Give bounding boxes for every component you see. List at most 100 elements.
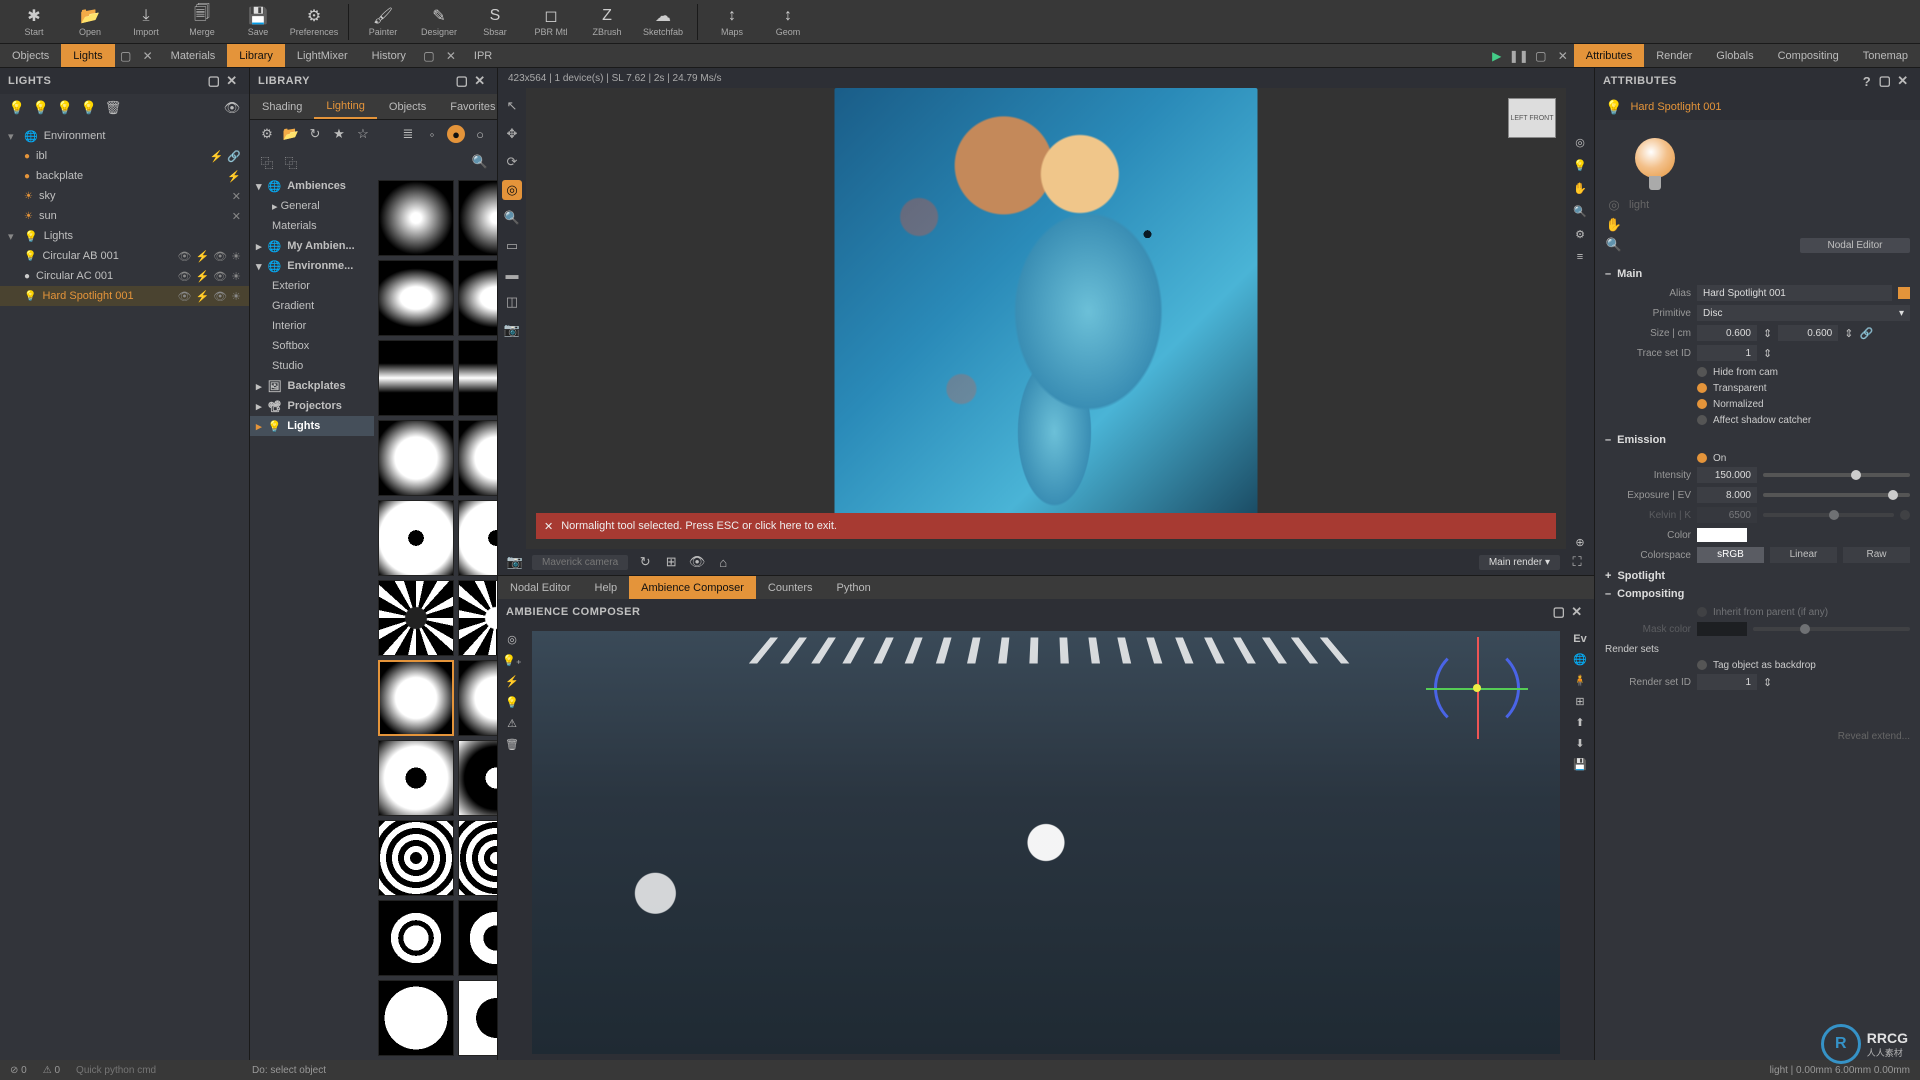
python-cmd-input[interactable] (76, 1065, 236, 1076)
normalized-checkbox[interactable] (1697, 399, 1707, 409)
thumb-item[interactable] (378, 420, 454, 496)
save-icon[interactable]: 💾 (1573, 758, 1587, 771)
thumb-item[interactable] (458, 420, 497, 496)
vis-icon[interactable]: 👁 (177, 290, 191, 303)
refresh-icon[interactable]: ↻ (306, 125, 324, 143)
target-icon[interactable]: ◎ (1575, 136, 1585, 149)
thumb-item[interactable] (378, 180, 454, 256)
popout-icon[interactable]: ▢ (205, 72, 223, 90)
bolt-icon[interactable]: ⚡ (227, 170, 241, 183)
target-icon[interactable]: ◎ (507, 633, 517, 646)
region-icon[interactable]: ▭ (502, 236, 522, 256)
link-icon[interactable]: 🔗 (1859, 327, 1873, 340)
toolbar-import[interactable]: ⤓Import (120, 2, 172, 42)
traceset-input[interactable]: 1 (1697, 345, 1757, 361)
toolbar-merge[interactable]: 🗐Merge (176, 2, 228, 42)
toolbar-start[interactable]: ✱Start (8, 2, 60, 42)
color-chip[interactable] (1898, 287, 1910, 299)
toolbar-save[interactable]: 💾Save (232, 2, 284, 42)
hide-from-cam-checkbox[interactable] (1697, 367, 1707, 377)
tab-counters[interactable]: Counters (756, 576, 825, 599)
subtab-shading[interactable]: Shading (250, 94, 314, 119)
env-ibl[interactable]: ●ibl⚡🔗 (0, 146, 249, 166)
toolbar-open[interactable]: 📂Open (64, 2, 116, 42)
transform-gizmo[interactable] (1434, 645, 1520, 731)
lib-backplates[interactable]: ▸🖼Backplates (250, 376, 374, 396)
tab-ipr[interactable]: IPR (462, 44, 504, 67)
subtab-objects[interactable]: Objects (377, 94, 438, 119)
search-icon[interactable]: 🔍 (471, 153, 489, 171)
grid-small-icon[interactable]: ◦ (423, 125, 441, 143)
thumb-item[interactable] (458, 180, 497, 256)
add-light2-icon[interactable]: 💡 (32, 99, 50, 117)
env-backplate[interactable]: ●backplate⚡ (0, 166, 249, 186)
lib-gradient[interactable]: Gradient (250, 296, 374, 316)
thumb-item[interactable] (458, 740, 497, 816)
env-group[interactable]: ▾🌐Environment (0, 126, 249, 146)
ipr-viewport[interactable]: LEFT FRONT ✕ Normalight tool selected. P… (526, 88, 1566, 549)
grid-large-icon[interactable]: ○ (471, 125, 489, 143)
close-icon[interactable]: ✕ (223, 72, 241, 90)
intensity-input[interactable]: 150.000 (1697, 467, 1757, 483)
close-icon[interactable]: ✕ (1894, 72, 1912, 90)
tab-library[interactable]: Library (227, 44, 285, 67)
light-item-2[interactable]: 💡Hard Spotlight 001👁⚡👁☀ (0, 286, 249, 306)
light-icon[interactable]: 💡 (1573, 159, 1587, 172)
popout-icon[interactable]: ▢ (418, 44, 440, 67)
thumb-item[interactable] (458, 900, 497, 976)
exposure-slider[interactable] (1763, 493, 1910, 497)
bolt-icon[interactable]: ⚡ (195, 270, 209, 283)
thumb-item[interactable] (458, 660, 497, 736)
search-icon[interactable]: 🔍 (1605, 236, 1623, 254)
pause-icon[interactable]: ❚❚ (1508, 44, 1530, 67)
lib-env[interactable]: ▾🌐Environme... (250, 256, 374, 276)
colorspace-raw[interactable]: Raw (1843, 547, 1910, 563)
close-icon[interactable]: ✕ (544, 520, 553, 533)
grid-med-icon[interactable]: ● (447, 125, 465, 143)
sun-icon[interactable]: ☀ (231, 250, 241, 263)
thumb-item[interactable] (378, 900, 454, 976)
render-set-id-input[interactable]: 1 (1697, 674, 1757, 690)
thumb-item[interactable] (378, 500, 454, 576)
thumb-item-selected[interactable] (378, 660, 454, 736)
toolbar-maps[interactable]: ↕Maps (706, 2, 758, 42)
group-spotlight[interactable]: +Spotlight (1605, 570, 1910, 582)
thumb-item[interactable] (458, 500, 497, 576)
hand-icon[interactable]: ✋ (1605, 216, 1623, 234)
toolbar-geom[interactable]: ↕Geom (762, 2, 814, 42)
reveal-extended[interactable]: Reveal extend... (1605, 731, 1910, 742)
emission-on-checkbox[interactable] (1697, 453, 1707, 463)
warning-icon[interactable]: ⚠ (507, 717, 517, 730)
affect-shadow-checkbox[interactable] (1697, 415, 1707, 425)
toolbar-preferences[interactable]: ⚙Preferences (288, 2, 340, 42)
eye-icon[interactable]: 👁 (213, 250, 227, 263)
close-icon[interactable]: ✕ (1552, 44, 1574, 67)
tab-lightmixer[interactable]: LightMixer (285, 44, 360, 67)
toolbar-sketchfab[interactable]: ☁Sketchfab (637, 2, 689, 42)
normalight-tool[interactable]: ◎ (502, 180, 522, 200)
play-icon[interactable]: ▶ (1486, 44, 1508, 67)
tab-compositing[interactable]: Compositing (1766, 44, 1851, 67)
cam-opt3-icon[interactable]: 👁 (688, 553, 706, 571)
search-icon[interactable]: 🔍 (1573, 205, 1587, 218)
lib-myamb[interactable]: ▸🌐My Ambien... (250, 236, 374, 256)
tab-python[interactable]: Python (825, 576, 883, 599)
toolbar-pbrmtl[interactable]: ◻PBR Mtl (525, 2, 577, 42)
bulb-icon[interactable]: 💡 (56, 99, 74, 117)
trash-icon[interactable]: 🗑 (505, 738, 519, 751)
tab-help[interactable]: Help (583, 576, 630, 599)
lib-interior[interactable]: Interior (250, 316, 374, 336)
layers-icon[interactable]: ≡ (1577, 251, 1583, 263)
bolt-icon[interactable]: ⚡ (210, 150, 224, 163)
lib-general[interactable]: ▸ General (250, 196, 374, 216)
rotate-icon[interactable]: ⟳ (502, 152, 522, 172)
folder-icon[interactable]: 📂 (282, 125, 300, 143)
trash-icon[interactable]: 🗑 (104, 99, 122, 117)
popout-icon[interactable]: ▢ (1876, 72, 1894, 90)
intensity-slider[interactable] (1763, 473, 1910, 477)
crop-icon[interactable]: ◫ (502, 292, 522, 312)
size-x-input[interactable]: 0.600 (1697, 325, 1757, 341)
color-swatch[interactable] (1697, 528, 1747, 542)
close-icon[interactable]: ✕ (471, 72, 489, 90)
sun-icon[interactable]: ☀ (231, 270, 241, 283)
